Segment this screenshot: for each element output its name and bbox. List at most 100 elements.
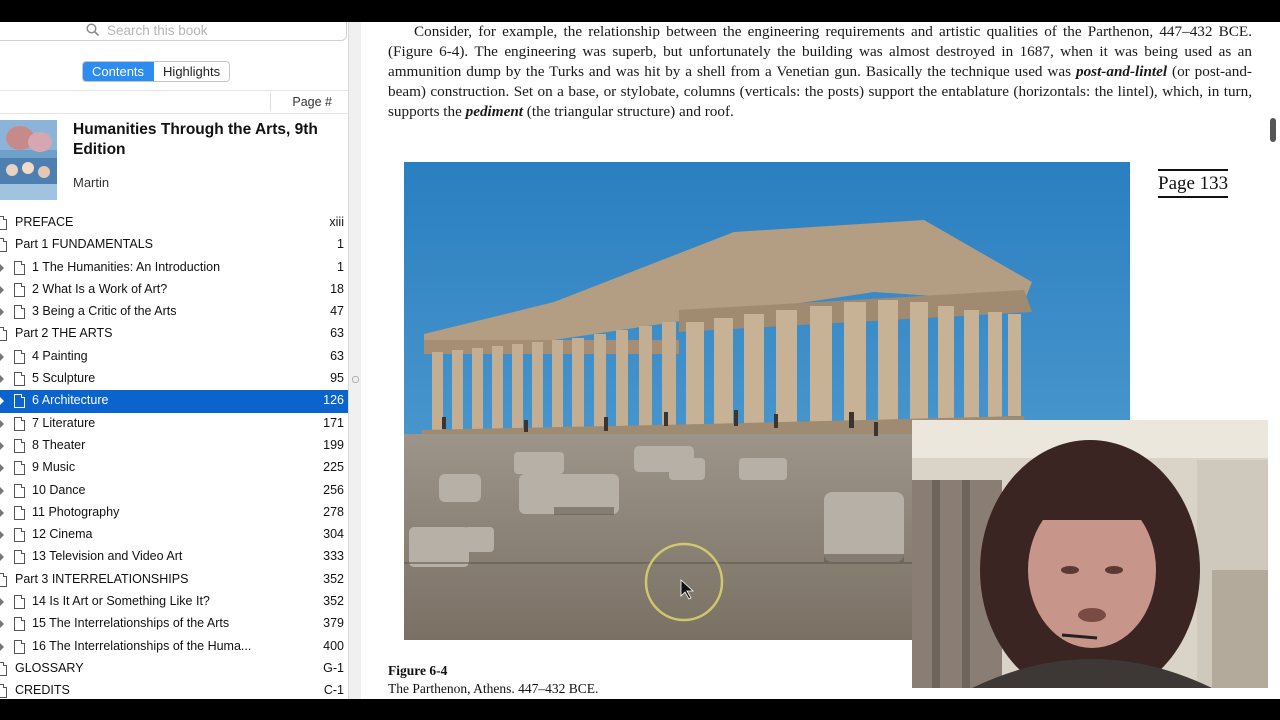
document-icon xyxy=(14,349,25,364)
document-icon xyxy=(14,416,25,431)
toc-item[interactable]: PREFACE xiii xyxy=(0,212,348,234)
search-placeholder: Search this book xyxy=(107,23,208,38)
page-column-header[interactable]: Page # xyxy=(292,95,332,109)
toc-item[interactable]: 3 Being a Critic of the Arts 47 xyxy=(0,301,348,323)
toc-item[interactable]: 15 The Interrelationships of the Arts 379 xyxy=(0,613,348,635)
toc-item-label: 8 Theater xyxy=(32,437,86,452)
toc-item[interactable]: Part 1 FUNDAMENTALS 1 xyxy=(0,234,348,256)
toc-item-page: 256 xyxy=(323,482,344,497)
toc-item-page: 18 xyxy=(330,281,344,296)
disclosure-triangle-icon[interactable] xyxy=(0,285,4,294)
webcam-overlay xyxy=(912,420,1268,688)
disclosure-triangle-icon[interactable] xyxy=(0,642,4,651)
toc-item-label: 4 Painting xyxy=(32,348,88,363)
toc-item-page: 278 xyxy=(323,504,344,519)
toc-item-label: Part 3 INTERRELATIONSHIPS xyxy=(15,571,189,586)
disclosure-triangle-icon[interactable] xyxy=(0,464,4,473)
toc-item-page: 63 xyxy=(330,348,344,363)
toc-item-page: 400 xyxy=(323,638,344,653)
column-header: Page # xyxy=(0,90,348,114)
book-author: Martin xyxy=(73,175,110,190)
toc-item-label: 13 Television and Video Art xyxy=(32,549,183,564)
splitter-handle-icon[interactable] xyxy=(352,376,359,383)
toc-item[interactable]: CREDITS C-1 xyxy=(0,680,348,699)
disclosure-triangle-icon[interactable] xyxy=(0,486,4,495)
book-title: Humanities Through the Arts, 9th Edition xyxy=(73,121,318,158)
bottom-letterbox xyxy=(0,699,1280,720)
toc-item[interactable]: 14 Is It Art or Something Like It? 352 xyxy=(0,591,348,613)
disclosure-triangle-icon[interactable] xyxy=(0,508,4,517)
toc-item[interactable]: 5 Sculpture 95 xyxy=(0,368,348,390)
toc-item[interactable]: 11 Photography 278 xyxy=(0,502,348,524)
document-icon xyxy=(14,505,25,520)
disclosure-triangle-icon[interactable] xyxy=(0,263,4,272)
sidebar-splitter[interactable] xyxy=(348,22,361,699)
disclosure-triangle-icon[interactable] xyxy=(0,441,4,450)
term-post-and-lintel: post-and-lintel xyxy=(1075,63,1168,80)
toc-item-page: 171 xyxy=(323,415,344,430)
toc-item-label: 5 Sculpture xyxy=(32,371,96,386)
toc-item-label: PREFACE xyxy=(15,215,74,229)
toc-item-label: 10 Dance xyxy=(32,482,86,497)
toc-item-page: 63 xyxy=(330,326,344,341)
disclosure-triangle-icon[interactable] xyxy=(0,620,4,629)
disclosure-triangle-icon[interactable] xyxy=(0,598,4,607)
toc-item[interactable]: Part 3 INTERRELATIONSHIPS 352 xyxy=(0,569,348,591)
toc-item-label: 16 The Interrelationships of the Huma... xyxy=(32,638,252,653)
search-field[interactable]: Search this book xyxy=(0,22,347,41)
document-icon xyxy=(14,394,25,409)
vertical-scrollbar-thumb[interactable] xyxy=(1270,118,1276,142)
toc-item[interactable]: 4 Painting 63 xyxy=(0,346,348,368)
document-icon xyxy=(0,238,7,253)
toc-item-page: 126 xyxy=(323,393,344,408)
disclosure-triangle-icon[interactable] xyxy=(0,397,4,406)
paragraph-text-3: (the triangular structure) and roof. xyxy=(523,103,734,120)
document-icon xyxy=(14,282,25,297)
toc-item[interactable]: GLOSSARY G-1 xyxy=(0,658,348,680)
toc-item[interactable]: 13 Television and Video Art 333 xyxy=(0,546,348,568)
toc-item[interactable]: 9 Music 225 xyxy=(0,457,348,479)
column-divider xyxy=(270,93,271,111)
document-icon xyxy=(14,372,25,387)
book-cover-thumbnail xyxy=(0,120,57,200)
disclosure-triangle-icon[interactable] xyxy=(0,308,4,317)
toc-item[interactable]: 2 What Is a Work of Art? 18 xyxy=(0,279,348,301)
toc-item[interactable]: 7 Literature 171 xyxy=(0,413,348,435)
toc-item[interactable]: 1 The Humanities: An Introduction 1 xyxy=(0,257,348,279)
figure-caption: The Parthenon, Athens. 447–432 BCE. xyxy=(388,681,599,696)
toc-item-label: 15 The Interrelationships of the Arts xyxy=(32,616,230,631)
toc-item-page: 199 xyxy=(323,437,344,452)
toc-item[interactable]: 16 The Interrelationships of the Huma...… xyxy=(0,636,348,658)
toc-item-page: 1 xyxy=(337,259,344,274)
toc-item-label: Part 2 THE ARTS xyxy=(15,326,113,341)
tab-highlights[interactable]: Highlights xyxy=(154,62,230,81)
toc-item-page: xiii xyxy=(329,215,344,229)
toc-item-label: 7 Literature xyxy=(32,415,96,430)
table-of-contents-sidebar: Search this book Contents Highlights Pag… xyxy=(0,22,348,699)
document-icon xyxy=(14,617,25,632)
top-letterbox xyxy=(0,0,1280,22)
toc-item-label: 11 Photography xyxy=(32,504,120,519)
toc-item-label: CREDITS xyxy=(15,683,70,698)
toc-item-label: 2 What Is a Work of Art? xyxy=(32,281,168,296)
document-icon xyxy=(0,572,7,587)
toc-item[interactable]: 8 Theater 199 xyxy=(0,435,348,457)
term-pediment: pediment xyxy=(465,103,523,120)
tab-contents[interactable]: Contents xyxy=(83,62,155,81)
disclosure-triangle-icon[interactable] xyxy=(0,531,4,540)
document-icon xyxy=(14,461,25,476)
disclosure-triangle-icon[interactable] xyxy=(0,553,4,562)
toc-item-page: 225 xyxy=(323,460,344,475)
toc-item[interactable]: 6 Architecture 126 xyxy=(0,390,348,413)
toc-item-label: 3 Being a Critic of the Arts xyxy=(32,304,177,319)
toc-item-page: 1 xyxy=(337,237,344,252)
document-icon xyxy=(14,550,25,565)
disclosure-triangle-icon[interactable] xyxy=(0,352,4,361)
toc-item-label: 6 Architecture xyxy=(32,393,109,408)
figure-label: Figure 6-4 xyxy=(388,663,448,678)
disclosure-triangle-icon[interactable] xyxy=(0,375,4,384)
toc-item[interactable]: 10 Dance 256 xyxy=(0,480,348,502)
disclosure-triangle-icon[interactable] xyxy=(0,419,4,428)
toc-item[interactable]: Part 2 THE ARTS 63 xyxy=(0,323,348,345)
toc-item[interactable]: 12 Cinema 304 xyxy=(0,524,348,546)
